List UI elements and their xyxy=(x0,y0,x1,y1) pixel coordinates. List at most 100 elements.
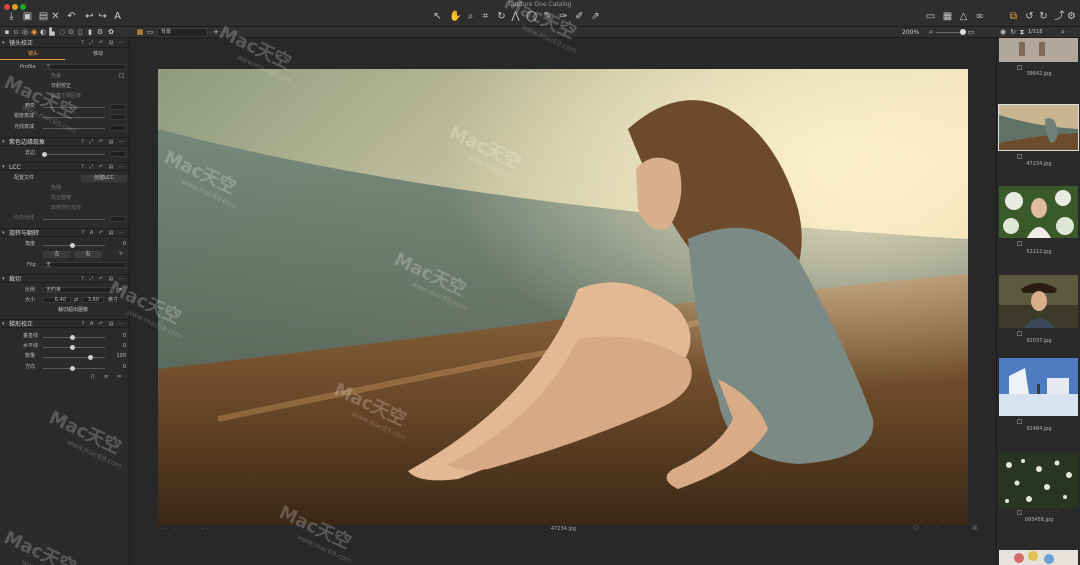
amount-knob[interactable] xyxy=(88,355,93,360)
thumb-select-checkbox[interactable] xyxy=(1017,510,1022,515)
undo-icon[interactable]: ↩ xyxy=(84,11,95,22)
collapse-icon[interactable]: ▾ xyxy=(2,163,5,172)
rotate-right-button[interactable]: 右 xyxy=(74,251,102,258)
hand-icon[interactable]: ↶ xyxy=(66,11,77,22)
settings-icon[interactable]: ⚙ xyxy=(1066,11,1077,22)
warning-icon[interactable]: △ xyxy=(958,11,969,22)
chromatic-checkbox[interactable] xyxy=(119,73,124,78)
collapse-icon[interactable]: ▾ xyxy=(2,229,5,238)
thumb-select-checkbox[interactable] xyxy=(1017,419,1022,424)
defringe-slider[interactable] xyxy=(43,154,105,155)
import-icon[interactable]: ⤓ xyxy=(6,11,17,22)
eye-icon[interactable]: ◉ xyxy=(998,28,1008,37)
thumbnail-image[interactable] xyxy=(999,453,1078,508)
single-view-icon[interactable]: ▭ xyxy=(145,28,155,37)
camera-icon[interactable]: ▣ xyxy=(22,11,33,22)
create-lcc-button[interactable]: 创建LCC xyxy=(81,175,127,182)
thumbnail-image[interactable] xyxy=(999,275,1078,328)
tab-lens[interactable]: 镜头 xyxy=(28,51,38,58)
reset-icon[interactable]: ↺ xyxy=(1024,11,1035,22)
thumb-select-checkbox[interactable] xyxy=(1017,154,1022,159)
collapse-icon[interactable]: ▾ xyxy=(2,39,5,48)
light-falloff-value[interactable] xyxy=(110,125,126,131)
zoom-fit-icon[interactable]: ▭ xyxy=(966,28,976,37)
collapse-icon[interactable]: ▾ xyxy=(2,138,5,147)
rotation-header[interactable]: ▾ 旋转与翻转 ? A ↶ ▤ ⋯ xyxy=(0,228,130,237)
copy-apply-cursor-icon[interactable]: ⇗ xyxy=(590,11,601,22)
keystone-header[interactable]: ▾ 梯形校正 ? A ↶ ▤ ⋯ xyxy=(0,319,130,328)
rotate-reset-icon[interactable]: ↻ xyxy=(119,251,123,258)
thumb-rating-dots[interactable]: · · · · · xyxy=(1027,509,1059,515)
thumbnail-image[interactable] xyxy=(999,358,1078,416)
sharpness-value[interactable] xyxy=(110,114,126,120)
collapse-icon[interactable]: ▾ xyxy=(2,275,5,284)
keystone-full-icon[interactable]: ⌗ xyxy=(118,374,121,381)
purple-fringe-header[interactable]: ▾ 紫色边缘现象 ? ⤢ ↶ ▤ ⋯ xyxy=(0,137,130,146)
collapse-icon[interactable]: ▾ xyxy=(2,320,5,329)
crop-header[interactable]: ▾ 裁切 ? ⤢ ↶ ▤ ⋯ xyxy=(0,274,130,283)
copy-adjust-icon[interactable]: ⧉ xyxy=(1008,11,1019,22)
lens-correction-header[interactable]: ▾ 镜头校正 ? ⤢ ↶ ▤ ⋯ xyxy=(0,39,130,48)
distortion-value[interactable] xyxy=(110,104,126,110)
angle-value[interactable]: 0 xyxy=(112,241,126,248)
angle-knob[interactable] xyxy=(70,243,75,248)
thumb-rating-dots[interactable]: · · · · · xyxy=(1027,64,1059,70)
tool-actions-icon[interactable]: ? ⤢ ↶ ▤ ⋯ xyxy=(81,138,126,147)
flip-select[interactable]: 无 xyxy=(43,262,126,268)
thumbnail-image[interactable] xyxy=(999,38,1078,62)
aspect-value[interactable]: 0 xyxy=(112,364,126,371)
thumb-rating-dots[interactable]: · · · · · xyxy=(1027,330,1059,336)
crop-cursor-icon[interactable]: ⌗ xyxy=(480,11,491,22)
pan-cursor-icon[interactable]: ✋ xyxy=(449,11,461,22)
tab-move[interactable]: 移动 xyxy=(93,51,103,58)
horizontal-knob[interactable] xyxy=(70,345,75,350)
output-tab-icon[interactable]: ▮ xyxy=(85,28,95,37)
keystone-vertical-icon[interactable]: /\ xyxy=(91,374,94,381)
thumb-select-checkbox[interactable] xyxy=(1017,331,1022,336)
refresh-icon[interactable]: ↻ xyxy=(1038,11,1049,22)
grid-view-icon[interactable]: ▦ xyxy=(135,28,145,37)
main-photo[interactable] xyxy=(158,69,968,525)
filter-icon[interactable]: ⧗ xyxy=(1017,28,1027,37)
aspect-knob[interactable] xyxy=(70,366,75,371)
metadata-tab-icon[interactable]: ▯ xyxy=(75,28,85,37)
uniform-light-value[interactable] xyxy=(110,216,126,222)
horizontal-value[interactable]: 0 xyxy=(112,343,126,350)
amount-slider[interactable] xyxy=(43,357,105,358)
exposure-tab-icon[interactable]: ▙ xyxy=(47,28,57,37)
proof-glasses-icon[interactable]: ∞ xyxy=(974,11,985,22)
tool-actions-icon[interactable]: ? ⤢ ↶ ▤ ⋯ xyxy=(81,163,126,172)
thumb-rating-dots[interactable]: · · · · · xyxy=(1027,153,1059,159)
tool-actions-icon[interactable]: ? A ↶ ▤ ⋯ xyxy=(82,229,126,238)
tool-actions-icon[interactable]: ? A ↶ ▤ ⋯ xyxy=(82,320,126,329)
defringe-knob[interactable] xyxy=(42,152,47,157)
browser-search-icon[interactable]: ⌕ xyxy=(1058,28,1068,37)
overlay-icon[interactable]: ▭ xyxy=(925,11,936,22)
defringe-value[interactable] xyxy=(110,151,126,157)
capture-icon[interactable]: ▤ xyxy=(38,11,49,22)
amount-value[interactable]: 100 xyxy=(112,353,126,360)
crop-outside-button[interactable]: 裁切超出图像 xyxy=(43,307,103,314)
thumbnail-image[interactable] xyxy=(999,550,1078,565)
zoom-search-icon[interactable]: ⌕ xyxy=(926,28,936,37)
thumb-select-checkbox[interactable] xyxy=(1017,241,1022,246)
lcc-header[interactable]: ▾ LCC ? ⤢ ↶ ▤ ⋯ xyxy=(0,162,130,171)
tool-actions-icon[interactable]: ? ⤢ ↶ ▤ ⋯ xyxy=(81,39,126,48)
crop-width-input[interactable]: 6.40 xyxy=(43,297,71,303)
text-icon[interactable]: A xyxy=(112,11,123,22)
vertical-knob[interactable] xyxy=(70,335,75,340)
select-cursor-icon[interactable]: ↖ xyxy=(432,11,443,22)
grid-icon[interactable]: ▦ xyxy=(942,11,953,22)
zoom-cursor-icon[interactable]: ⌕ xyxy=(465,11,476,22)
rotate-left-button[interactable]: 左 xyxy=(43,251,71,258)
thumbnail-image-selected[interactable] xyxy=(998,104,1079,151)
apply-icon[interactable]: ⤴ xyxy=(1054,11,1065,22)
ratio-select[interactable]: 无约束 xyxy=(43,287,115,293)
swap-icon[interactable]: ⇄ xyxy=(74,297,78,304)
styles-tab-icon[interactable]: ✿ xyxy=(106,28,116,37)
reset-x-icon[interactable]: ✕ xyxy=(50,11,61,22)
crop-height-input[interactable]: 3.60 xyxy=(82,297,104,303)
background-select[interactable]: 背景 xyxy=(157,28,208,37)
uniform-light-slider[interactable] xyxy=(43,219,105,220)
batch-tab-icon[interactable]: ⚙ xyxy=(95,28,105,37)
